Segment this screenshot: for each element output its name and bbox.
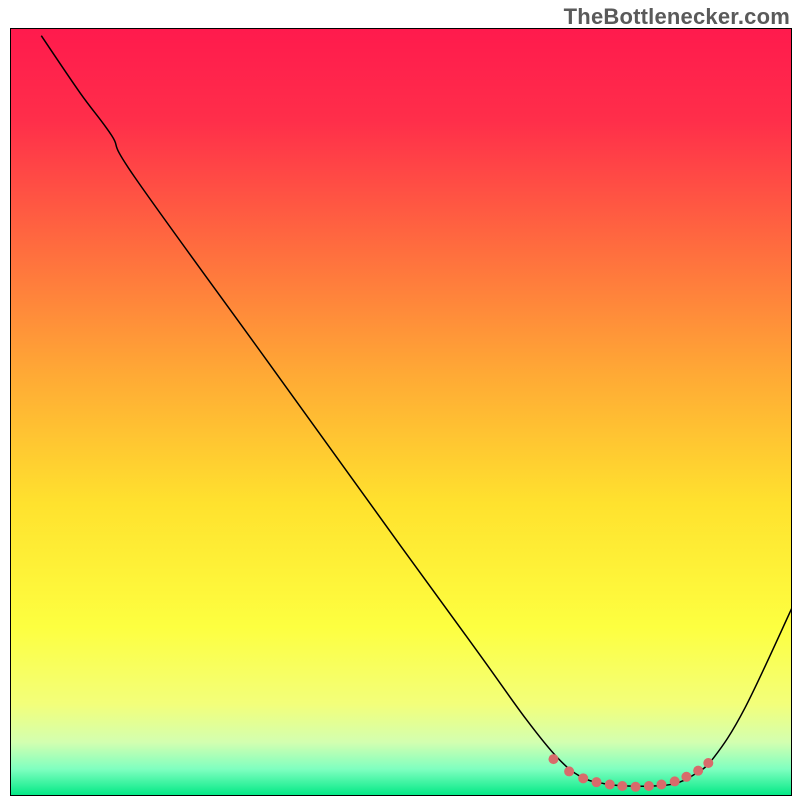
highlight-dot [617,781,627,791]
highlight-dot [644,781,654,791]
bottleneck-chart [10,28,792,796]
highlight-dot [548,754,558,764]
chart-plot-area [10,28,792,796]
highlight-dot [670,776,680,786]
highlight-dot [693,766,703,776]
highlight-dot [631,782,641,792]
highlight-dot [656,779,666,789]
chart-background [10,28,792,796]
highlight-dot [592,777,602,787]
highlight-dot [703,758,713,768]
highlight-dot [681,772,691,782]
watermark-text: TheBottlenecker.com [564,4,790,30]
highlight-dot [564,766,574,776]
highlight-dot [578,773,588,783]
highlight-dot [605,779,615,789]
